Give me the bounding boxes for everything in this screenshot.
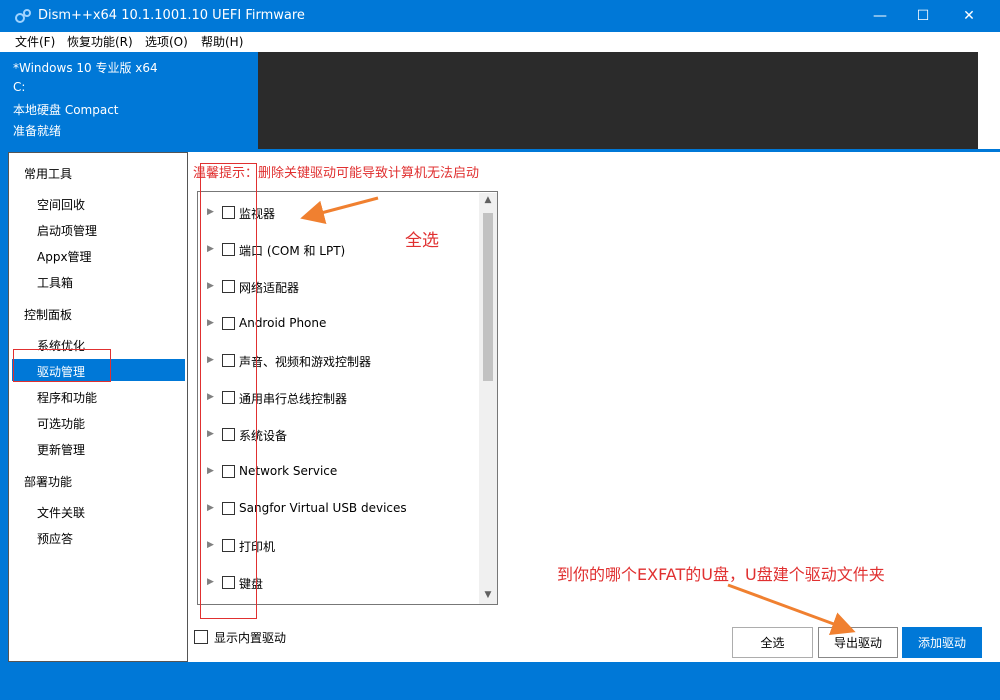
image-drive: C: <box>13 80 26 94</box>
driver-label: 声音、视频和游戏控制器 <box>239 355 372 369</box>
annotation-checkbox-column-box <box>200 163 257 619</box>
image-name: *Windows 10 专业版 x64 <box>13 61 158 75</box>
image-status: 准备就绪 <box>13 124 62 138</box>
export-drivers-button[interactable]: 导出驱动 <box>818 627 898 658</box>
scroll-thumb[interactable] <box>483 213 493 381</box>
title-bar: Dism++x64 10.1.1001.10 UEFI Firmware — ☐… <box>0 0 1000 32</box>
nav-item-appx[interactable]: Appx管理 <box>37 248 92 265</box>
menu-bar: 文件(F) 恢复功能(R) 选项(O) 帮助(H) <box>0 32 1000 52</box>
vertical-scrollbar[interactable]: ▲ ▼ <box>479 193 497 604</box>
nav-item-optional[interactable]: 可选功能 <box>37 415 85 432</box>
background-window-strip-lower <box>992 152 1000 662</box>
gear-icon <box>15 9 31 23</box>
status-bar <box>0 662 1000 700</box>
window-title: Dism++x64 10.1.1001.10 UEFI Firmware <box>38 8 305 23</box>
driver-label: Sangfor Virtual USB devices <box>239 501 407 515</box>
maximize-button[interactable]: ☐ <box>900 0 946 32</box>
nav-header-control: 控制面板 <box>24 308 73 322</box>
menu-file[interactable]: 文件(F) <box>15 33 55 50</box>
add-driver-button[interactable]: 添加驱动 <box>902 627 982 658</box>
image-info-panel[interactable]: *Windows 10 专业版 x64 C: 本地硬盘 Compact 准备就绪 <box>8 52 258 149</box>
nav-item-programs[interactable]: 程序和功能 <box>37 389 97 406</box>
driver-management-panel: 温馨提示：删除关键驱动可能导致计算机无法启动 ▶ 监视器 ▶ 端口 (COM 和… <box>188 152 992 662</box>
nav-item-startup[interactable]: 启动项管理 <box>37 222 97 239</box>
show-builtin-label: 显示内置驱动 <box>214 631 287 645</box>
nav-item-file-assoc[interactable]: 文件关联 <box>37 504 85 521</box>
nav-header-deploy: 部署功能 <box>24 475 73 489</box>
nav-item-preset[interactable]: 预应答 <box>37 530 73 547</box>
menu-help[interactable]: 帮助(H) <box>201 33 243 50</box>
nav-item-updates[interactable]: 更新管理 <box>37 441 85 458</box>
left-nav: 常用工具 空间回收 启动项管理 Appx管理 工具箱 控制面板 系统优化 驱动管… <box>8 152 188 662</box>
close-button[interactable]: ✕ <box>946 0 992 32</box>
annotation-nav-box <box>13 349 111 382</box>
nav-item-space-cleanup[interactable]: 空间回收 <box>37 196 85 213</box>
scroll-down-arrow-icon[interactable]: ▼ <box>479 590 497 602</box>
nav-item-toolbox[interactable]: 工具箱 <box>37 274 73 291</box>
image-disk: 本地硬盘 Compact <box>13 103 119 117</box>
annotation-select-all: 全选 <box>405 231 439 251</box>
show-builtin-checkbox[interactable] <box>194 630 208 644</box>
minimize-button[interactable]: — <box>857 0 903 32</box>
menu-options[interactable]: 选项(O) <box>145 33 188 50</box>
background-window-strip <box>978 52 1000 149</box>
nav-header-tools: 常用工具 <box>24 167 73 181</box>
select-all-button[interactable]: 全选 <box>732 627 813 658</box>
annotation-usb-hint: 到你的哪个EXFAT的U盘，U盘建个驱动文件夹 <box>557 565 885 584</box>
session-area <box>258 52 978 149</box>
menu-recovery[interactable]: 恢复功能(R) <box>67 33 133 50</box>
scroll-up-arrow-icon[interactable]: ▲ <box>479 195 497 207</box>
